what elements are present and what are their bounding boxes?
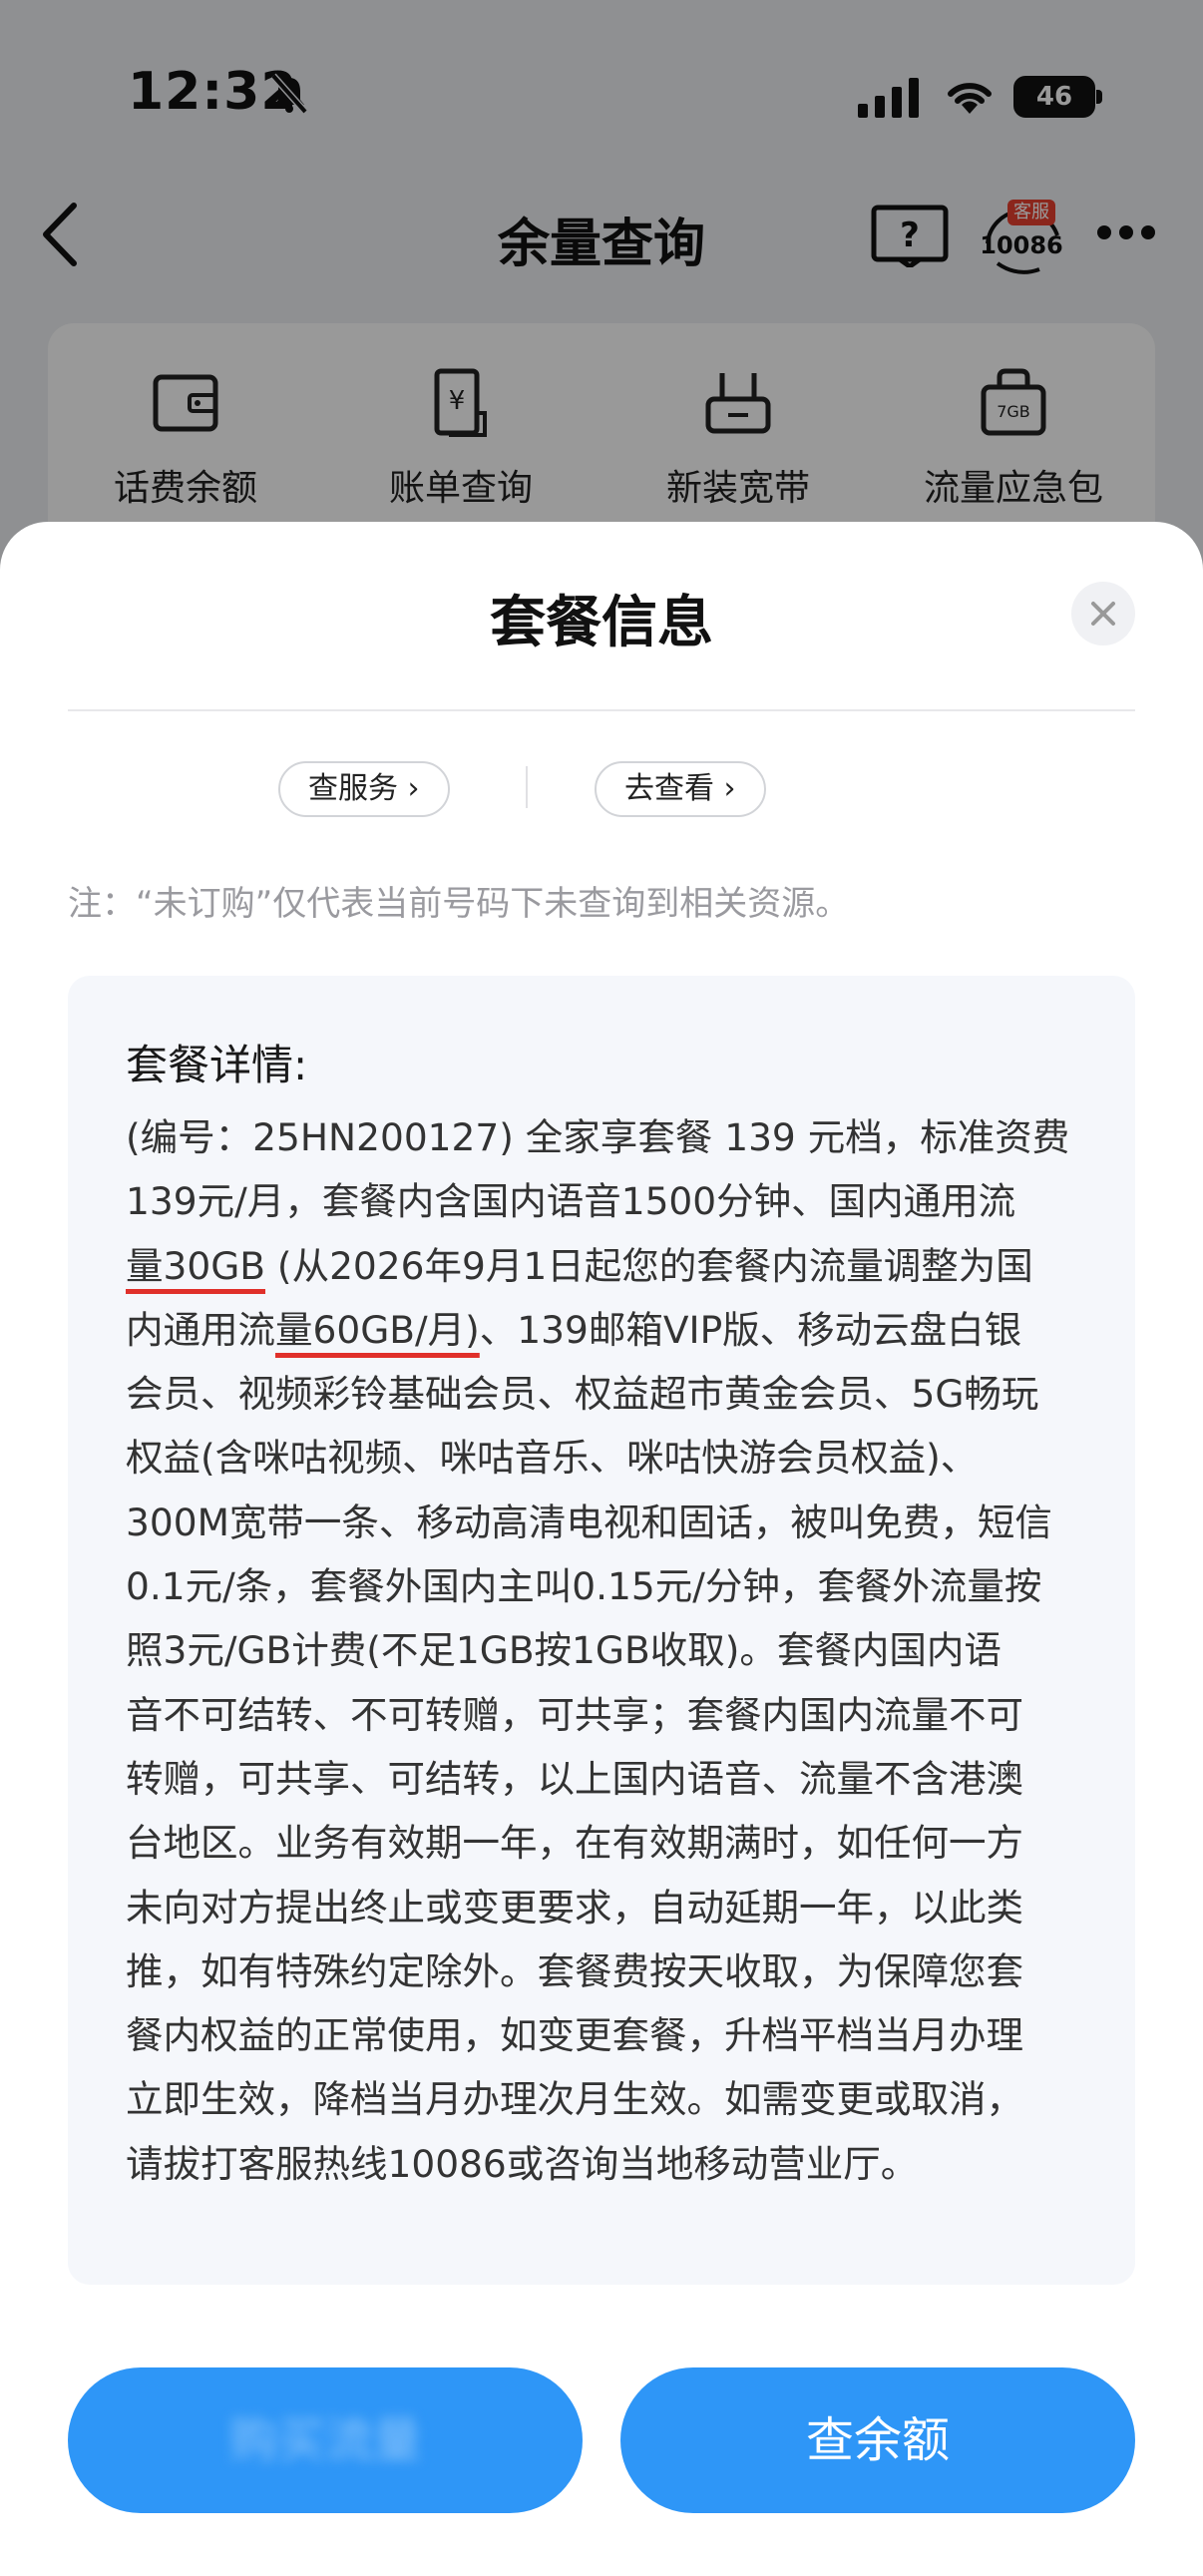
- detail-line: 会员、视频彩铃基础会员、权益超市黄金会员、5G畅玩: [126, 1372, 1039, 1417]
- divider: [68, 709, 1135, 711]
- underlined-text: 量60GB/月): [275, 1307, 480, 1352]
- detail-line: 推，如有特殊约定除外。套餐费按天收取，为保障您套: [126, 1948, 1023, 1993]
- detail-line: 未向对方提出终止或变更要求，自动延期一年，以此类: [126, 1885, 1023, 1930]
- detail-line: 内通用流量60GB/月)、139邮箱VIP版、移动云盘白银: [126, 1298, 1103, 1362]
- detail-line: 请拔打客服热线10086或咨询当地移动营业厅。: [126, 2141, 919, 2186]
- sheet-title: 套餐信息: [490, 591, 713, 655]
- detail-text: 、139邮箱VIP版、移动云盘白银: [479, 1307, 1022, 1352]
- detail-text: 内通用流: [126, 1307, 275, 1352]
- detail-line: 餐内权益的正常使用，如变更套餐，升档平档当月办理: [126, 2013, 1023, 2058]
- buy-data-label: 购买流量: [228, 2412, 421, 2468]
- detail-line: 139元/月，套餐内含国内语音1500分钟、国内通用流: [126, 1179, 1016, 1224]
- close-icon: [1091, 602, 1115, 626]
- detail-line: (编号：25HN200127) 全家享套餐 139 元档，标准资费: [126, 1115, 1070, 1159]
- detail-line: 台地区。业务有效期一年，在有效期满时，如任何一方: [126, 1821, 1023, 1866]
- divider: [526, 766, 528, 808]
- note-text: 注：“未订购”仅代表当前号码下未查询到相关资源。: [68, 884, 850, 924]
- detail-line: 300M宽带一条、移动高清电视和固话，被叫免费，短信: [126, 1500, 1052, 1544]
- close-button[interactable]: [1071, 582, 1135, 645]
- detail-line: 转赠，可共享、可结转，以上国内语音、流量不含港澳: [126, 1756, 1023, 1801]
- check-balance-button[interactable]: 查余额: [620, 2367, 1135, 2513]
- detail-text: (从2026年9月1日起您的套餐内流量调整为国: [265, 1243, 1033, 1288]
- detail-line: 立即生效，降档当月办理次月生效。如需变更或取消，: [126, 2077, 1023, 2122]
- plan-info-sheet: 套餐信息 查服务 › 去查看 › 注：“未订购”仅代表当前号码下未查询到相关资源…: [0, 522, 1203, 2576]
- detail-line: 量30GB (从2026年9月1日起您的套餐内流量调整为国: [126, 1234, 1103, 1298]
- detail-line: 音不可结转、不可转赠，可共享；套餐内国内流量不可: [126, 1692, 1023, 1737]
- plan-detail-box: 套餐详情: (编号：25HN200127) 全家享套餐 139 元档，标准资费 …: [68, 976, 1135, 2285]
- go-view-button[interactable]: 去查看 ›: [595, 761, 766, 817]
- buy-data-button[interactable]: 购买流量: [68, 2367, 583, 2513]
- detail-heading: 套餐详情:: [126, 1041, 308, 1089]
- detail-line: 0.1元/条，套餐外国内主叫0.15元/分钟，套餐外流量按: [126, 1564, 1042, 1609]
- detail-body: (编号：25HN200127) 全家享套餐 139 元档，标准资费 139元/月…: [126, 1105, 1103, 2196]
- detail-line: 照3元/GB计费(不足1GB按1GB收取)。套餐内国内语: [126, 1628, 1002, 1673]
- underlined-text: 量30GB: [126, 1243, 266, 1288]
- check-service-button[interactable]: 查服务 ›: [278, 761, 450, 817]
- detail-line: 权益(含咪咕视频、咪咕音乐、咪咕快游会员权益)、: [126, 1436, 979, 1481]
